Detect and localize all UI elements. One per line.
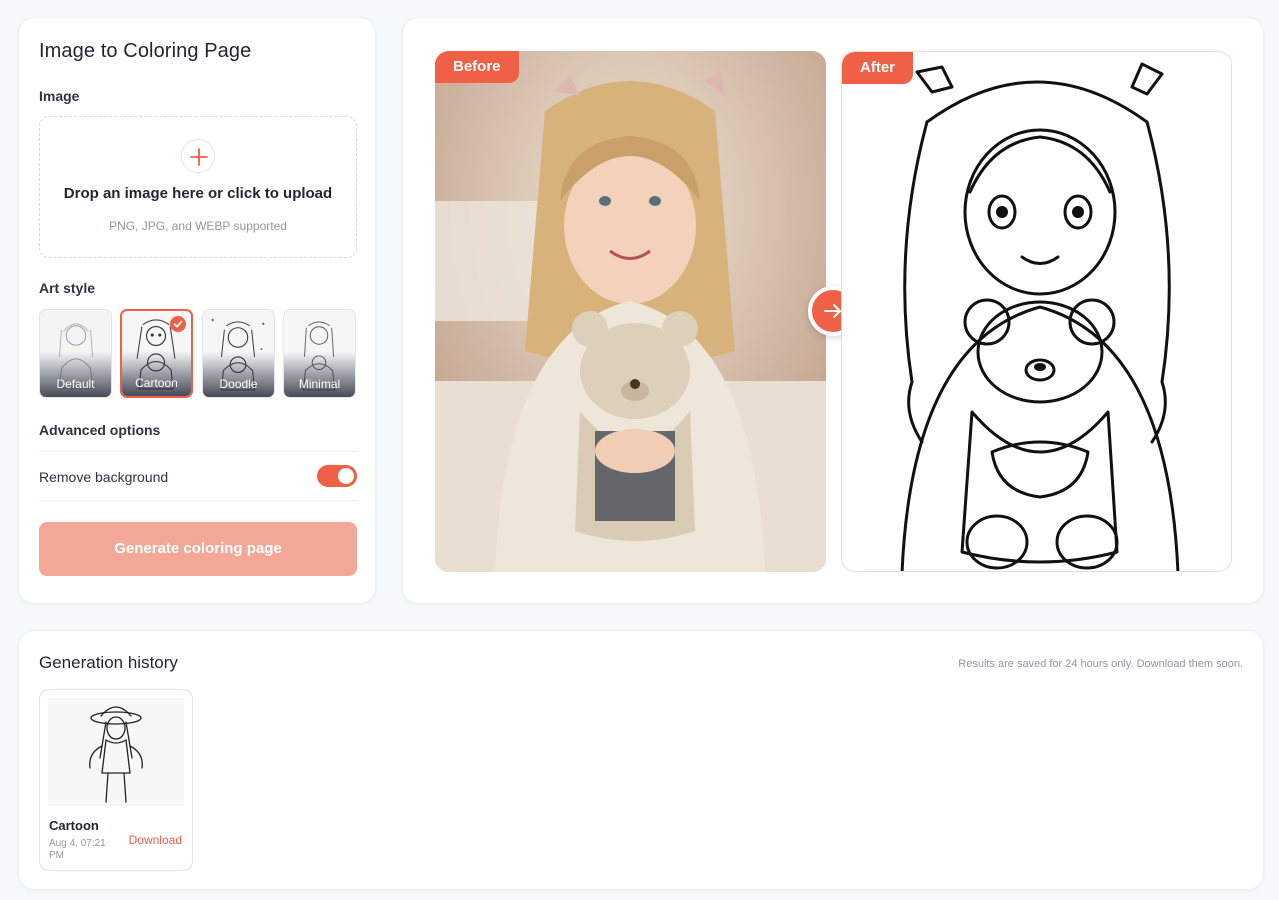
- style-option-doodle[interactable]: Doodle: [202, 309, 275, 398]
- preview-panel: Before After: [402, 17, 1264, 604]
- history-retention-note: Results are saved for 24 hours only. Dow…: [958, 658, 1243, 670]
- advanced-options-label: Advanced options: [39, 422, 161, 438]
- panel-title: Image to Coloring Page: [39, 40, 252, 62]
- upload-title: Drop an image here or click to upload: [63, 185, 333, 202]
- check-icon: [170, 316, 186, 332]
- before-tag: Before: [435, 51, 519, 83]
- editor-panel: Image to Coloring Page Image Drop an ima…: [18, 17, 376, 604]
- upload-subtitle: PNG, JPG, and WEBP supported: [109, 219, 287, 233]
- remove-background-label: Remove background: [39, 469, 169, 485]
- history-title: Generation history: [39, 653, 178, 672]
- history-thumbnail: [48, 698, 184, 806]
- generate-button[interactable]: Generate coloring page: [39, 522, 357, 576]
- style-option-minimal[interactable]: Minimal: [283, 309, 356, 398]
- toggle-knob: [338, 468, 354, 484]
- style-option-default[interactable]: Default: [39, 309, 112, 398]
- style-label: Cartoon: [135, 376, 178, 390]
- style-label: Minimal: [298, 377, 341, 391]
- art-style-options: Default Cartoon Doodle Minimal: [39, 309, 357, 399]
- plus-icon: [181, 139, 215, 173]
- upload-dropzone[interactable]: Drop an image here or click to upload PN…: [39, 116, 357, 258]
- style-label: Doodle: [219, 377, 258, 391]
- divider: [39, 500, 357, 501]
- after-line-art: [842, 52, 1231, 571]
- art-style-label: Art style: [39, 280, 96, 296]
- divider: [39, 451, 357, 452]
- before-image: Before: [435, 51, 826, 572]
- after-tag: After: [842, 52, 914, 84]
- history-timestamp: Aug 4, 07:21 PM: [49, 838, 106, 861]
- image-label: Image: [39, 88, 80, 104]
- after-image: After: [841, 51, 1232, 572]
- history-style-name: Cartoon: [49, 818, 99, 833]
- style-label: Default: [56, 377, 95, 391]
- before-photo: [435, 51, 826, 572]
- remove-background-toggle[interactable]: [317, 465, 357, 487]
- download-link[interactable]: Download: [129, 833, 182, 847]
- style-option-cartoon[interactable]: Cartoon: [120, 309, 193, 398]
- history-item[interactable]: Cartoon Aug 4, 07:21 PM Download: [39, 689, 193, 871]
- history-panel: Generation history Results are saved for…: [18, 630, 1264, 890]
